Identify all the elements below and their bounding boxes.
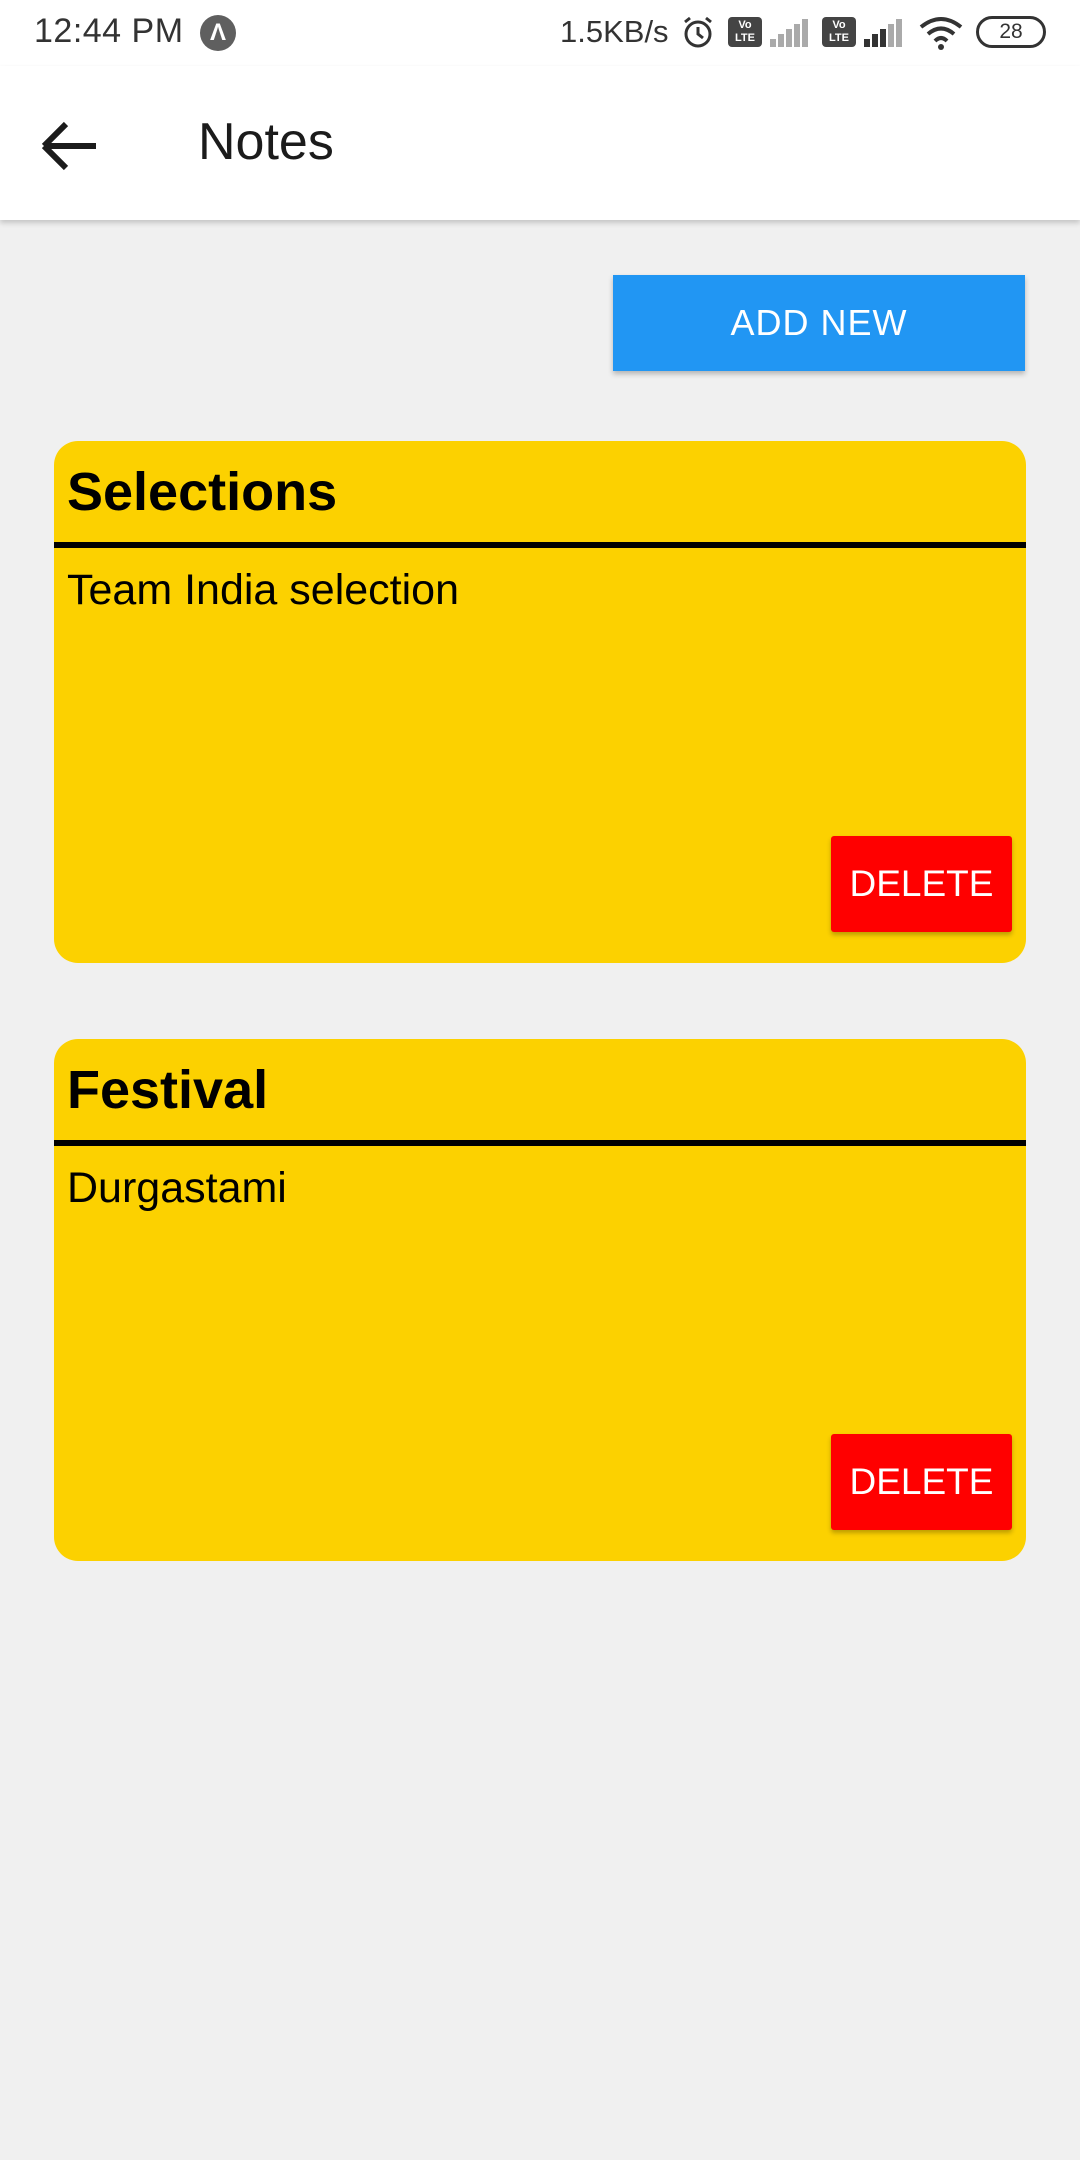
signal-icon (864, 19, 902, 47)
delete-note-button[interactable]: DELETE (831, 836, 1012, 932)
add-new-button[interactable]: ADD NEW (613, 275, 1025, 371)
alarm-icon (684, 16, 712, 48)
volte-icon: Vo LTE (822, 17, 856, 47)
note-divider (54, 1140, 1026, 1146)
wifi-icon (919, 17, 963, 50)
page-title: Notes (198, 113, 334, 171)
volte-icon: Vo LTE (728, 17, 762, 47)
note-title: Selections (67, 462, 338, 522)
note-body: Team India selection (67, 566, 459, 614)
battery-icon: 28 (976, 16, 1046, 48)
note-card: Festival Durgastami DELETE (54, 1039, 1026, 1561)
note-title: Festival (67, 1060, 269, 1120)
signal-icon (770, 19, 808, 47)
back-arrow-icon[interactable] (36, 112, 104, 180)
network-speed: 1.5KB/s (560, 14, 669, 49)
app-bar: Notes (0, 66, 1080, 220)
note-card: Selections Team India selection DELETE (54, 441, 1026, 963)
status-bar: 12:44 PM Λ 1.5KB/s Vo LTE Vo LTE 28 (0, 0, 1080, 66)
delete-note-button[interactable]: DELETE (831, 1434, 1012, 1530)
note-body: Durgastami (67, 1164, 287, 1212)
note-divider (54, 542, 1026, 548)
app-notification-icon: Λ (200, 15, 236, 51)
status-time: 12:44 PM (34, 12, 184, 50)
